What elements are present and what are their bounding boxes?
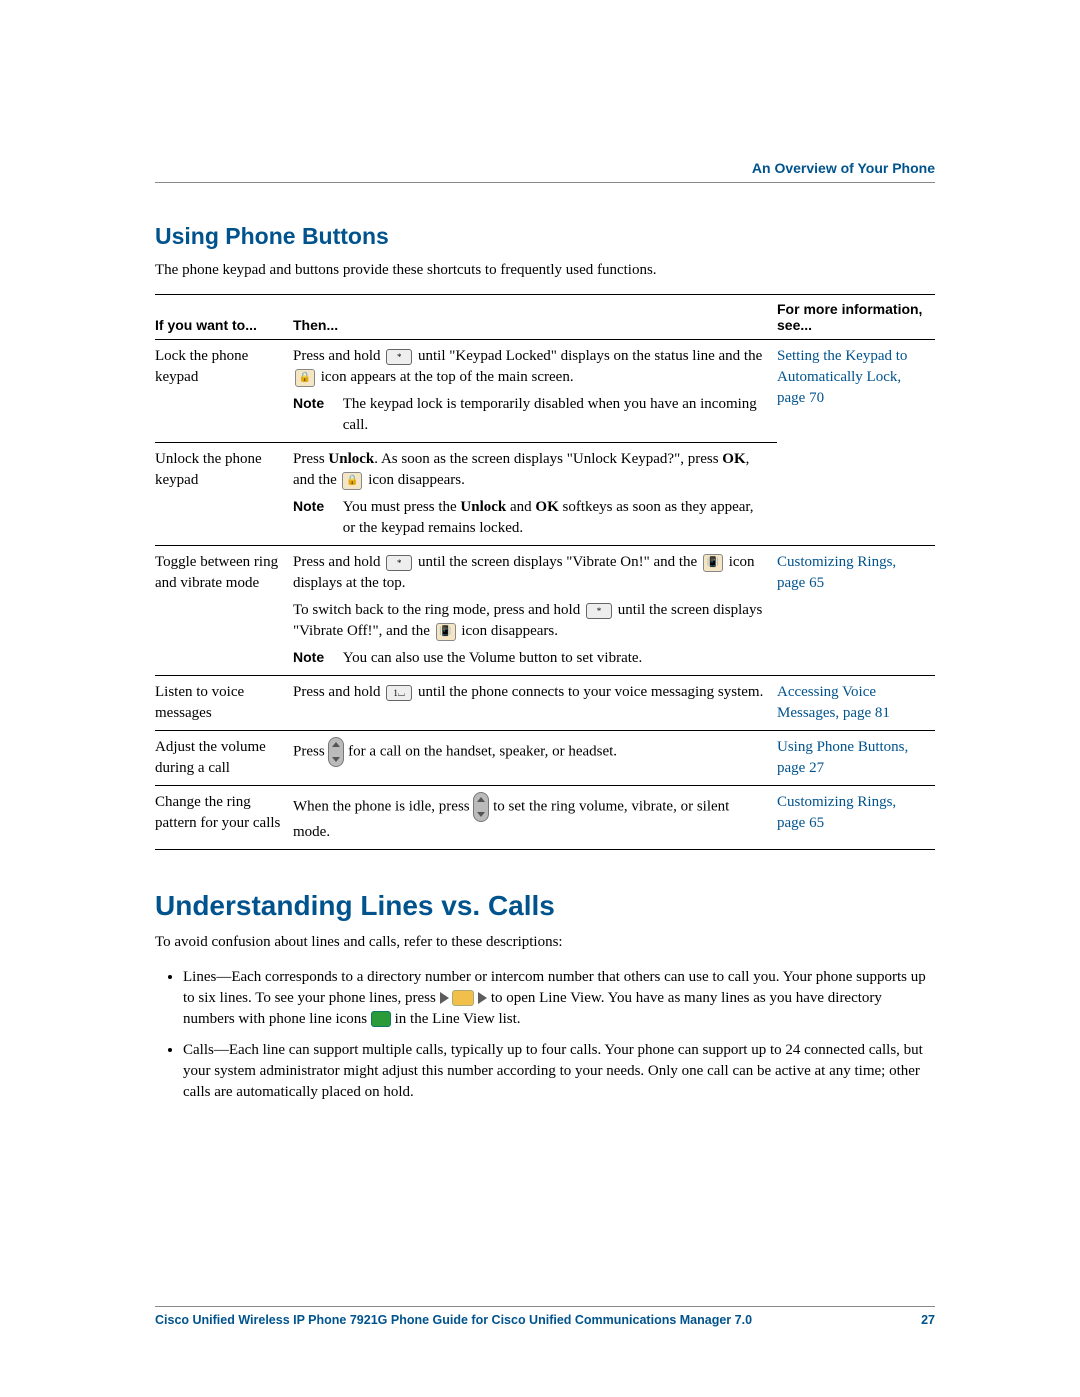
note-text: You can also use the Volume button to se… <box>343 648 764 669</box>
shortcuts-table: If you want to... Then... For more infor… <box>155 294 935 850</box>
cell-link: Setting the Keypad to Automatically Lock… <box>777 340 935 546</box>
table-row: Adjust the volume during a call Press fo… <box>155 731 935 786</box>
vibrate-icon: 📳 <box>703 554 723 572</box>
section-intro: The phone keypad and buttons provide the… <box>155 260 935 280</box>
table-row: Toggle between ring and vibrate mode Pre… <box>155 546 935 676</box>
cell-want: Lock the phone keypad <box>155 340 293 443</box>
link-buttons[interactable]: Using Phone Buttons, page 27 <box>777 739 908 776</box>
th-info: For more information, see... <box>777 295 935 340</box>
one-key-icon: 1⌴ <box>386 685 412 701</box>
link-keypad-lock[interactable]: Setting the Keypad to Automatically Lock… <box>777 348 907 406</box>
table-row: Listen to voice messages Press and hold … <box>155 676 935 731</box>
lock-icon: 🔒 <box>295 369 315 387</box>
bullet-list: Lines—Each corresponds to a directory nu… <box>183 967 935 1103</box>
th-want: If you want to... <box>155 295 293 340</box>
phone-icon <box>452 990 474 1006</box>
section-title-buttons: Using Phone Buttons <box>155 223 935 250</box>
cell-want: Adjust the volume during a call <box>155 731 293 786</box>
page-number: 27 <box>921 1313 935 1327</box>
link-rings-2[interactable]: Customizing Rings, page 65 <box>777 794 896 831</box>
section2-intro: To avoid confusion about lines and calls… <box>155 932 935 952</box>
cell-then: Press and hold 1⌴ until the phone connec… <box>293 676 777 731</box>
asterisk-key-icon: * <box>386 349 412 365</box>
chapter-header: An Overview of Your Phone <box>155 160 935 183</box>
lock-icon: 🔒 <box>342 472 362 490</box>
cell-then: When the phone is idle, press to set the… <box>293 786 777 850</box>
th-then: Then... <box>293 295 777 340</box>
cell-then: Press Unlock. As soon as the screen disp… <box>293 443 777 546</box>
vibrate-icon: 📳 <box>436 623 456 641</box>
list-item: Calls—Each line can support multiple cal… <box>183 1040 935 1103</box>
note-label: Note <box>293 394 339 414</box>
note-label: Note <box>293 497 339 517</box>
right-arrow-icon <box>440 992 449 1004</box>
note-label: Note <box>293 648 339 668</box>
note-text: You must press the Unlock and OK softkey… <box>343 497 764 539</box>
volume-rocker-icon <box>328 737 344 767</box>
link-voicemail[interactable]: Accessing Voice Messages, page 81 <box>777 684 890 721</box>
link-rings[interactable]: Customizing Rings, page 65 <box>777 554 896 591</box>
cell-want: Change the ring pattern for your calls <box>155 786 293 850</box>
cell-then: Press and hold * until the screen displa… <box>293 546 777 676</box>
cell-then: Press and hold * until "Keypad Locked" d… <box>293 340 777 443</box>
note-text: The keypad lock is temporarily disabled … <box>343 394 764 436</box>
asterisk-key-icon: * <box>586 603 612 619</box>
section-title-lines: Understanding Lines vs. Calls <box>155 890 935 922</box>
cell-want: Listen to voice messages <box>155 676 293 731</box>
table-row: Lock the phone keypad Press and hold * u… <box>155 340 935 443</box>
asterisk-key-icon: * <box>386 555 412 571</box>
right-arrow-icon <box>478 992 487 1004</box>
footer-title: Cisco Unified Wireless IP Phone 7921G Ph… <box>155 1313 752 1327</box>
cell-want: Unlock the phone keypad <box>155 443 293 546</box>
volume-rocker-icon <box>473 792 489 822</box>
table-row: Change the ring pattern for your calls W… <box>155 786 935 850</box>
page-footer: Cisco Unified Wireless IP Phone 7921G Ph… <box>155 1306 935 1327</box>
list-item: Lines—Each corresponds to a directory nu… <box>183 967 935 1030</box>
cell-want: Toggle between ring and vibrate mode <box>155 546 293 676</box>
cell-link: Using Phone Buttons, page 27 <box>777 731 935 786</box>
cell-link: Customizing Rings, page 65 <box>777 786 935 850</box>
cell-then: Press for a call on the handset, speaker… <box>293 731 777 786</box>
cell-link: Accessing Voice Messages, page 81 <box>777 676 935 731</box>
line-icon <box>371 1011 391 1027</box>
cell-link: Customizing Rings, page 65 <box>777 546 935 676</box>
